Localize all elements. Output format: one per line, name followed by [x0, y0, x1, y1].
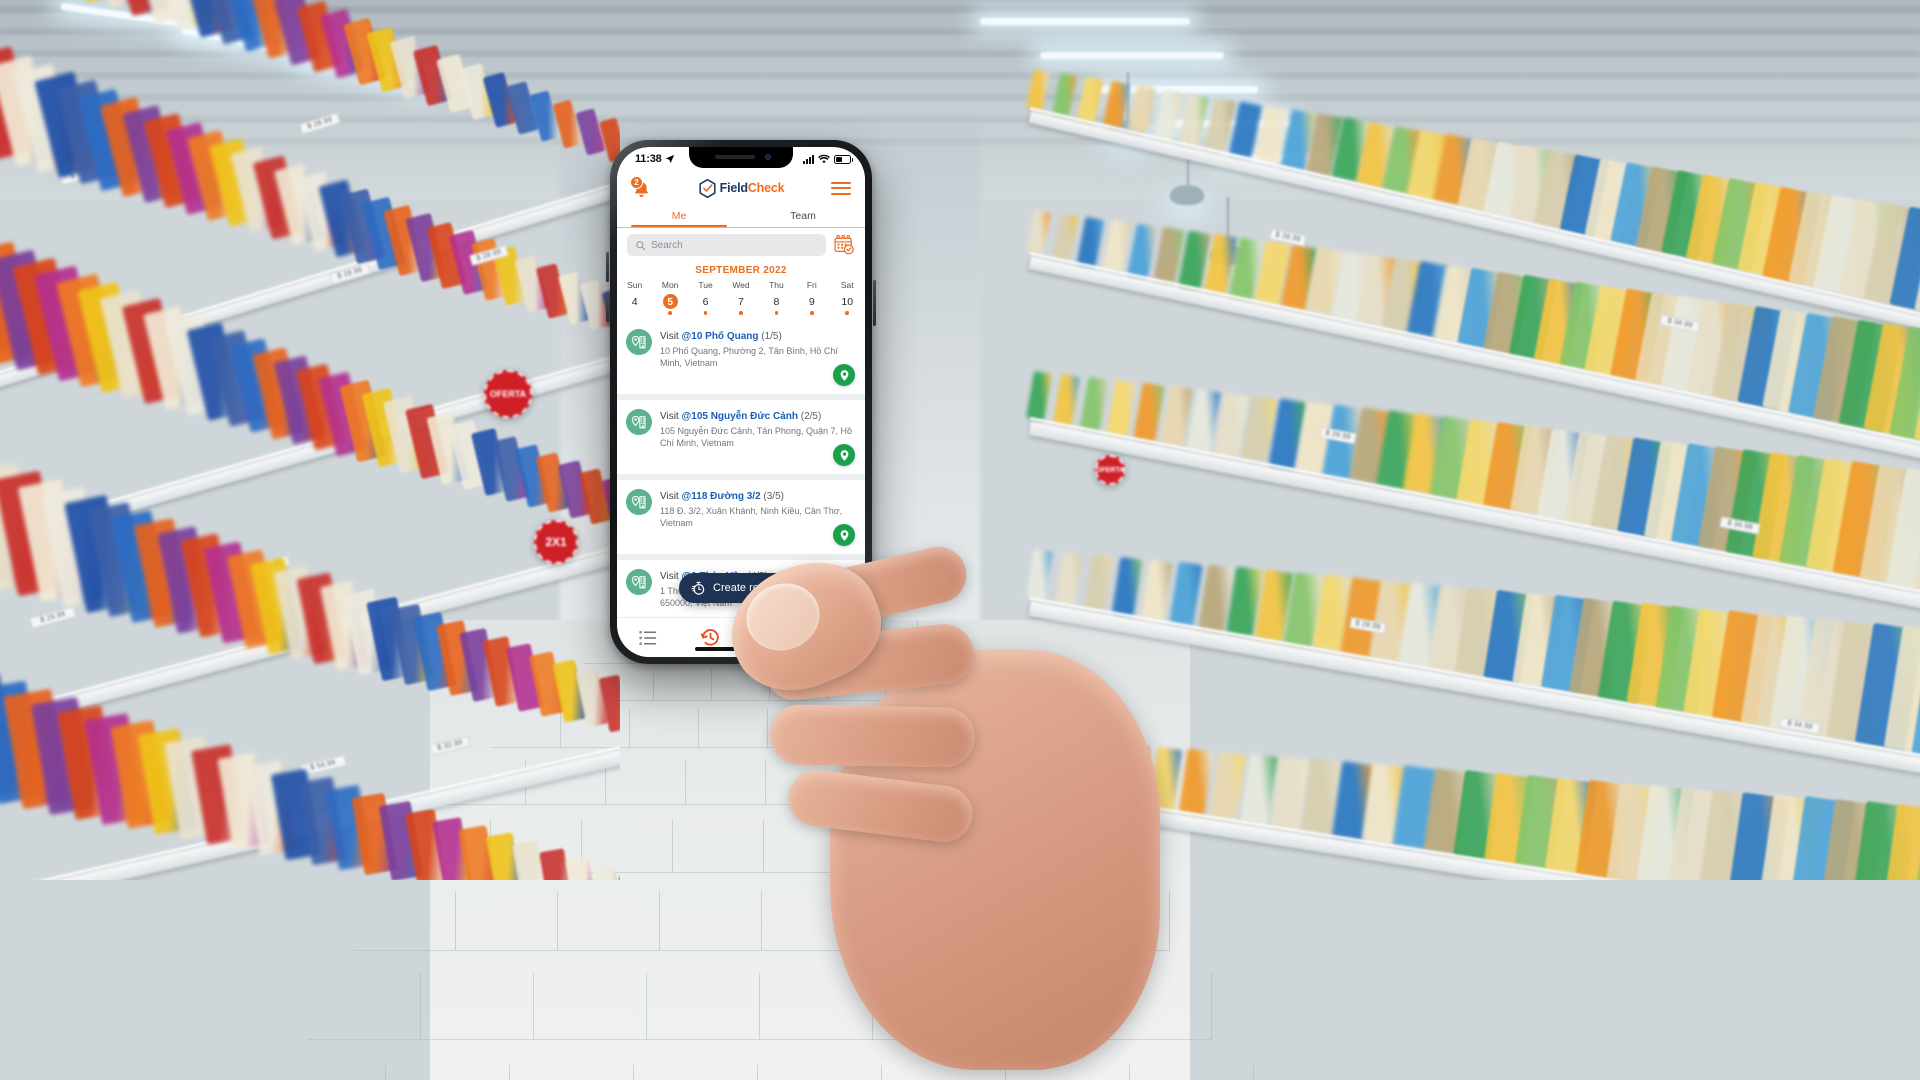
fieldcheck-hexagon-check-logo: [699, 178, 716, 198]
calendar-day-row: Sun 4 Mon 5 Tue 6 Wed 7 Thu 8 Fri 9 Sat 10: [617, 280, 865, 315]
search-icon: [636, 240, 646, 250]
visit-prefix: Visit: [660, 411, 682, 422]
status-bar-right: [803, 154, 853, 164]
calendar-event-dot: [810, 311, 814, 315]
calendar-event-dot: [845, 311, 849, 315]
notification-badge: 2: [630, 175, 643, 189]
volume-up-button[interactable]: [606, 252, 609, 282]
calendar-date-number: 7: [738, 295, 744, 308]
map-pin-icon[interactable]: [833, 364, 855, 386]
tab-team-label: Team: [790, 210, 816, 222]
visit-prefix: Visit: [660, 331, 682, 342]
calendar-date-number: 8: [773, 295, 780, 308]
calendar-check-icon[interactable]: [833, 234, 855, 256]
volume-down-button[interactable]: [606, 292, 609, 322]
visit-store-name: @118 Đường 3/2: [681, 491, 761, 502]
calendar-strip: SEPTEMBER 2022 Sun 4 Mon 5 Tue 6 Wed 7 Thu 8 Fri 9 S…: [617, 262, 865, 320]
calendar-event-dot: [703, 311, 708, 315]
visit-store-name: @10 Phố Quang: [681, 331, 759, 342]
stopwatch-icon: [691, 581, 705, 595]
calendar-month-label: SEPTEMBER 2022: [695, 265, 787, 276]
calendar-day-8[interactable]: Thu 8: [759, 280, 794, 315]
cellular-signal-icon: [803, 154, 814, 164]
left-shelving-rack: $ 29.99$ 28.99$ 39.99$ 28.99$ 28.99$ 29.…: [0, 0, 620, 880]
calendar-event-dot: [774, 311, 779, 315]
list-icon: [639, 630, 657, 645]
calendar-day-10[interactable]: Sat 10: [830, 280, 865, 315]
tab-me-label: Me: [671, 210, 687, 222]
search-placeholder: Search: [651, 239, 683, 251]
map-pin-icon[interactable]: [833, 444, 855, 466]
visit-progress-count: (1/5): [758, 331, 782, 342]
calendar-date-number: 6: [702, 295, 709, 308]
visit-store-name: @105 Nguyễn Đức Cảnh: [681, 411, 798, 422]
shelf-price-tag: $ 28.99: [299, 112, 341, 135]
store-location-icon: [626, 489, 652, 515]
calendar-event-dot: [739, 311, 743, 315]
visit-prefix: Visit: [660, 571, 682, 582]
battery-icon: [834, 154, 853, 164]
visit-title: Visit @105 Nguyễn Đức Cảnh (2/5): [660, 410, 855, 423]
tab-me[interactable]: Me: [617, 205, 741, 227]
calendar-dow-label: Tue: [698, 280, 713, 290]
promo-badge: OFERTA: [484, 370, 532, 418]
fieldcheck-logo: FieldCheck: [699, 178, 785, 198]
status-bar-left: 11:38: [635, 153, 675, 165]
hamburger-menu-icon[interactable]: [830, 181, 851, 195]
store-location-icon: [626, 329, 652, 355]
visit-card-body: Visit @105 Nguyễn Đức Cảnh (2/5) 105 Nguy…: [660, 409, 855, 465]
visit-card-body: Visit @10 Phố Quang (1/5) 10 Phố Quang, P…: [660, 329, 855, 385]
visit-title: Visit @10 Phố Quang (1/5): [660, 330, 855, 343]
calendar-dow-label: Sat: [840, 280, 854, 290]
calendar-event-dot: [668, 311, 672, 315]
status-bar: 11:38: [617, 147, 865, 171]
calendar-dow-label: Wed: [732, 280, 750, 290]
visit-card[interactable]: Visit @105 Nguyễn Đức Cảnh (2/5) 105 Nguy…: [617, 400, 865, 474]
shelf-price-tag: $ 32.99: [429, 735, 471, 756]
store-location-icon: [626, 409, 652, 435]
app-header: 2 FieldCheck: [617, 171, 865, 205]
brand-wordmark: FieldCheck: [720, 181, 785, 195]
notification-bell-button[interactable]: 2: [630, 175, 652, 199]
calendar-day-4[interactable]: Sun 4: [617, 280, 652, 315]
store-location-icon: [626, 569, 652, 595]
brand-check: Check: [747, 181, 785, 195]
wifi-icon: [818, 154, 830, 164]
calendar-day-9[interactable]: Fri 9: [794, 280, 829, 315]
clock-label: 11:38: [635, 153, 662, 165]
visit-prefix: Visit: [660, 491, 682, 502]
power-button[interactable]: [873, 280, 876, 326]
calendar-dow-label: Fri: [806, 280, 817, 290]
brand-field: Field: [719, 181, 748, 195]
calendar-date-number: 9: [808, 295, 815, 308]
calendar-dow-label: Sun: [627, 280, 643, 290]
calendar-day-5[interactable]: Mon 5: [652, 280, 687, 315]
promo-badge: 2X1: [534, 520, 578, 564]
calendar-event-dot: [633, 311, 637, 315]
calendar-date-number: 5: [652, 294, 687, 309]
tab-team[interactable]: Team: [741, 205, 865, 227]
search-row: Search: [617, 228, 865, 262]
promo-badge: OFERTA: [1095, 455, 1125, 485]
calendar-day-6[interactable]: Tue 6: [688, 280, 723, 315]
calendar-date-number: 4: [631, 295, 638, 308]
calendar-dow-label: Thu: [769, 280, 784, 290]
location-arrow-icon: [665, 154, 674, 164]
tab-underline: [617, 227, 865, 228]
visit-address: 105 Nguyễn Đức Cảnh, Tân Phong, Quận 7, …: [660, 426, 852, 448]
calendar-day-7[interactable]: Wed 7: [723, 280, 758, 315]
calendar-dow-label: Mon: [661, 280, 679, 290]
nav-list-button[interactable]: [617, 629, 679, 647]
history-clock-icon: [700, 629, 719, 646]
tab-bar: Me Team: [617, 205, 865, 227]
visit-progress-count: (2/5): [797, 411, 822, 422]
hand-holding-phone: [712, 500, 1290, 1080]
visit-address: 10 Phố Quang, Phường 2, Tân Bình, Hồ Chí…: [660, 346, 838, 368]
calendar-date-number: 10: [841, 295, 854, 308]
shelf-price-tag: $ 29.99: [29, 606, 77, 629]
search-input[interactable]: Search: [627, 234, 826, 256]
visit-card[interactable]: Visit @10 Phố Quang (1/5) 10 Phố Quang, P…: [617, 320, 865, 394]
